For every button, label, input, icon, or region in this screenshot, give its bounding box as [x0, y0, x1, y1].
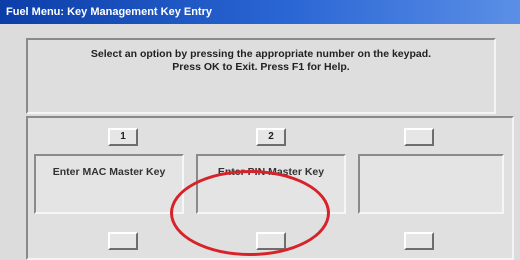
option-6-button[interactable] [404, 232, 434, 250]
key-entry-window: Select an option by pressing the appropr… [0, 24, 520, 260]
option-3-label-box [358, 154, 504, 214]
option-1-button[interactable]: 1 [108, 128, 138, 146]
instructions-line-1: Select an option by pressing the appropr… [90, 48, 432, 60]
window-title-bar: Fuel Menu: Key Management Key Entry [0, 0, 520, 24]
option-1-label: Enter MAC Master Key [52, 166, 166, 178]
option-2-button[interactable]: 2 [256, 128, 286, 146]
window-title: Fuel Menu: Key Management Key Entry [6, 6, 212, 18]
option-4-button[interactable] [108, 232, 138, 250]
instructions-panel: Select an option by pressing the appropr… [26, 38, 496, 114]
instructions-line-2: Press OK to Exit. Press F1 for Help. [172, 61, 350, 73]
option-1-label-box: Enter MAC Master Key [34, 154, 184, 214]
option-3-button[interactable] [404, 128, 434, 146]
highlight-circle [170, 170, 330, 256]
